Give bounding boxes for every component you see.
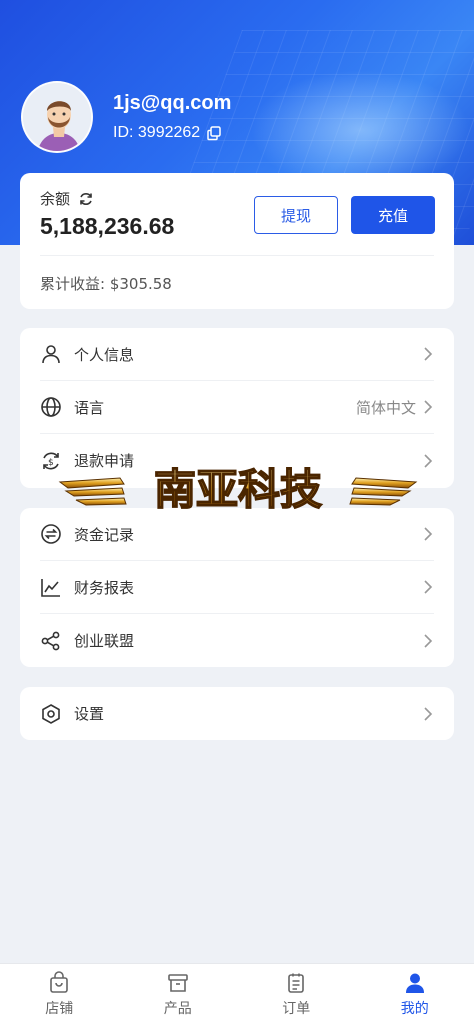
tab-label: 产品 (163, 1000, 192, 1017)
menu-label: 财务报表 (74, 578, 135, 597)
menu-group-finance: 资金记录 财务报表 创业联盟 (20, 508, 454, 667)
menu-item-language[interactable]: 语言 简体中文 (40, 381, 434, 434)
order-icon (284, 971, 308, 995)
menu-label: 创业联盟 (74, 632, 135, 650)
menu-item-settings[interactable]: 设置 (40, 687, 434, 740)
refresh-icon[interactable] (78, 191, 94, 207)
tab-label: 店铺 (45, 1000, 74, 1017)
chevron-right-icon (422, 453, 434, 469)
tab-shop[interactable]: 店铺 (0, 964, 119, 1024)
cumulative-earnings: 累计收益: $305.58 (40, 275, 172, 293)
menu-label: 资金记录 (74, 525, 135, 544)
box-icon (166, 971, 190, 995)
withdraw-button[interactable]: 提现 (254, 196, 338, 234)
tab-label: 我的 (400, 1000, 429, 1017)
balance-label: 余额 (40, 190, 71, 208)
chevron-right-icon (422, 579, 434, 595)
avatar[interactable] (21, 81, 93, 153)
tab-mine[interactable]: 我的 (356, 964, 474, 1024)
recharge-button[interactable]: 充值 (351, 196, 435, 234)
watermark-text: 南亚科技 (154, 465, 322, 514)
menu-label: 语言 (74, 398, 105, 417)
menu-group-settings: 设置 (20, 687, 454, 740)
copy-icon[interactable] (206, 125, 222, 141)
chevron-right-icon (422, 346, 434, 362)
user-id: ID: 3992262 (113, 124, 201, 141)
user-email: 1js@qq.com (113, 92, 232, 114)
language-value: 简体中文 (355, 398, 416, 417)
share-icon (40, 630, 62, 652)
chevron-right-icon (422, 706, 434, 722)
menu-label: 个人信息 (74, 345, 135, 364)
globe-icon (40, 396, 62, 418)
menu-label: 设置 (74, 705, 105, 723)
menu-item-financial-report[interactable]: 财务报表 (40, 561, 434, 614)
menu-item-personal-info[interactable]: 个人信息 (40, 328, 434, 381)
tab-products[interactable]: 产品 (119, 964, 238, 1024)
menu-item-startup-alliance[interactable]: 创业联盟 (40, 614, 434, 667)
shop-icon (47, 970, 71, 995)
balance-card: 余额 5,188,236.68 提现 充值 累计收益: $305.58 (20, 173, 454, 309)
watermark-logo: 南亚科技 (58, 460, 418, 516)
chart-icon (40, 576, 62, 598)
balance-label-row: 余额 (40, 188, 94, 209)
balance-value: 5,188,236.68 (40, 213, 175, 239)
bottom-tab-bar: 店铺 产品 订单 我的 (0, 963, 474, 1024)
chevron-right-icon (422, 526, 434, 542)
divider (40, 255, 434, 256)
user-id-row: ID: 3992262 (113, 124, 222, 142)
chevron-right-icon (422, 633, 434, 649)
chevron-right-icon (422, 399, 434, 415)
user-icon (40, 343, 62, 365)
svg-text:$: $ (48, 458, 54, 468)
tab-label: 订单 (282, 1000, 311, 1017)
person-icon (403, 971, 427, 995)
exchange-icon (40, 523, 62, 545)
tab-orders[interactable]: 订单 (237, 964, 356, 1024)
settings-icon (40, 703, 62, 725)
